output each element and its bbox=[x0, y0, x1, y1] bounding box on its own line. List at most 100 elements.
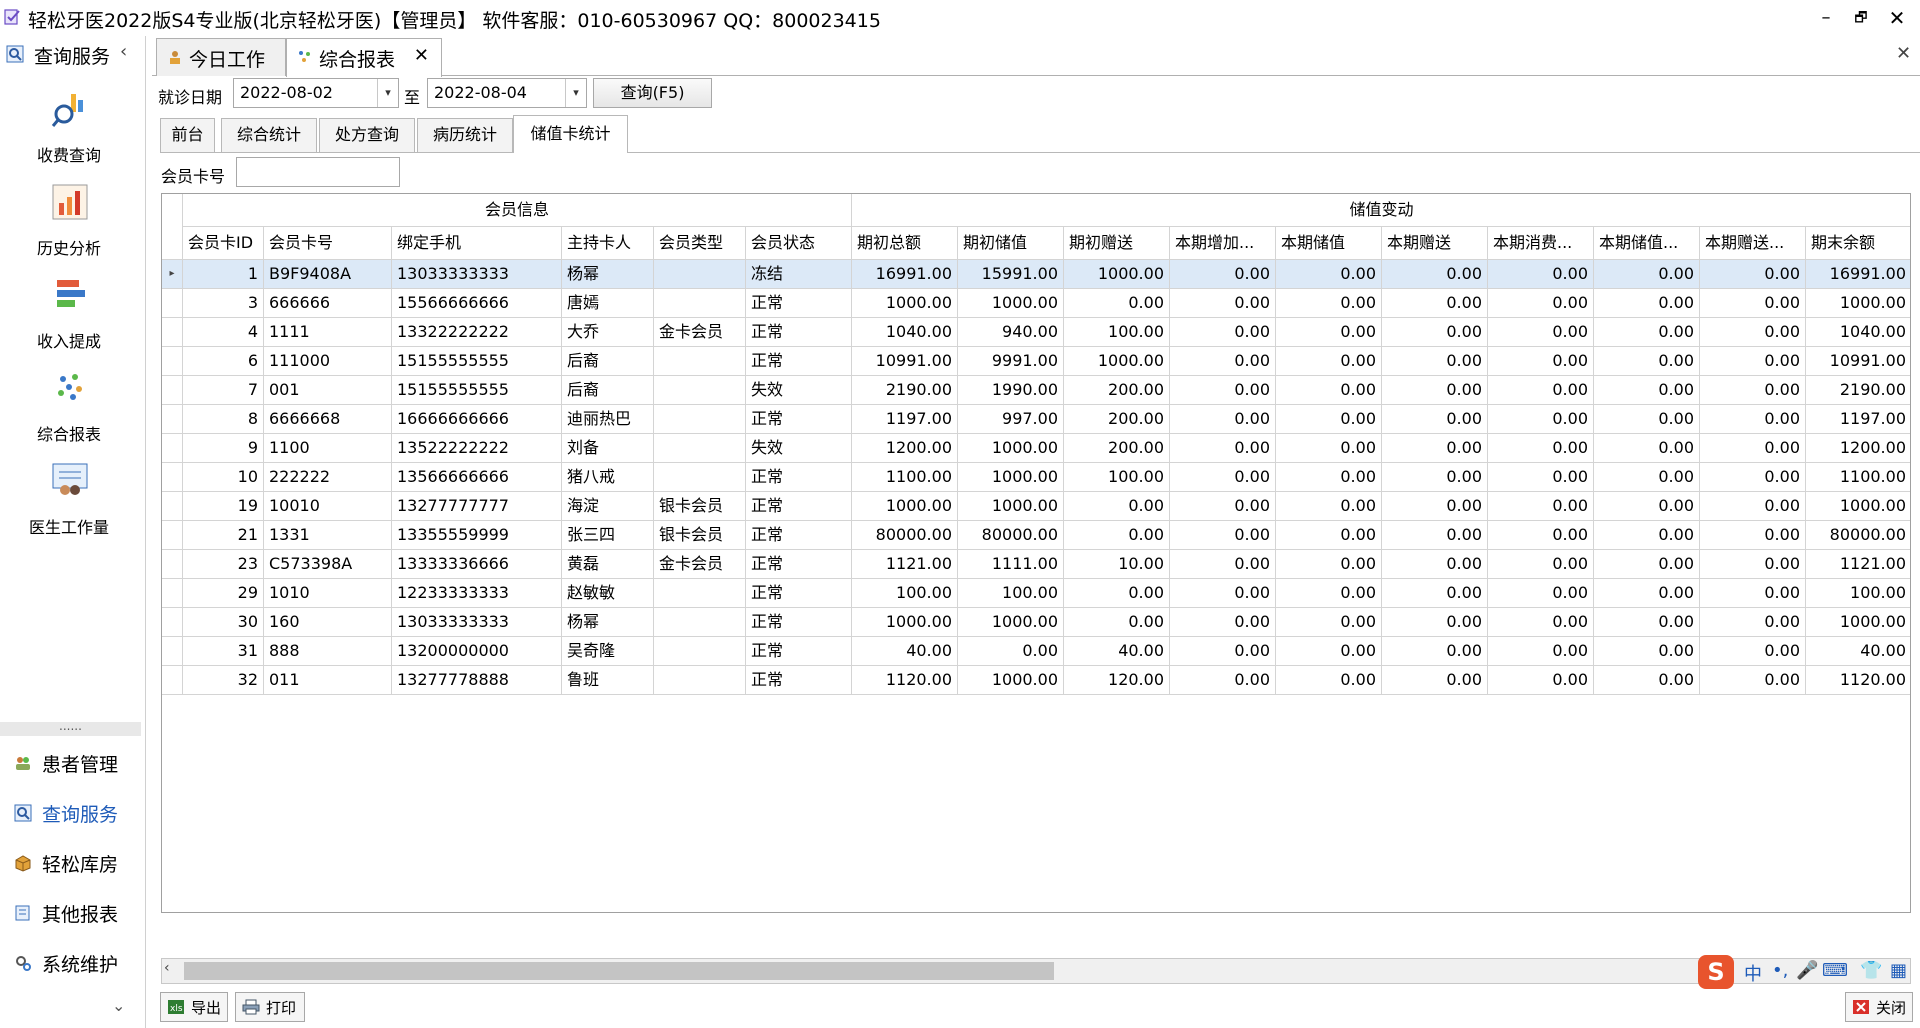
table-cell[interactable]: 正常 bbox=[746, 289, 852, 318]
sidebar-item-system-maintenance[interactable]: 系统维护 bbox=[10, 948, 140, 978]
table-cell[interactable]: 正常 bbox=[746, 666, 852, 695]
table-cell[interactable]: 0.00 bbox=[1382, 318, 1488, 347]
table-cell[interactable]: 13200000000 bbox=[392, 637, 562, 666]
table-cell[interactable]: 80000.00 bbox=[852, 521, 958, 550]
table-cell[interactable]: 120.00 bbox=[1064, 666, 1170, 695]
table-cell[interactable] bbox=[654, 376, 746, 405]
table-cell[interactable]: 0.00 bbox=[1700, 347, 1806, 376]
table-cell[interactable]: 21 bbox=[183, 521, 264, 550]
table-cell[interactable]: 13566666666 bbox=[392, 463, 562, 492]
table-cell[interactable]: 0.00 bbox=[1700, 521, 1806, 550]
table-cell[interactable]: 0.00 bbox=[1488, 289, 1594, 318]
sidebar-item-comprehensive-report[interactable]: 综合报表 bbox=[6, 369, 132, 457]
table-cell[interactable]: 银卡会员 bbox=[654, 521, 746, 550]
minimize-button[interactable]: – bbox=[1811, 4, 1841, 32]
row-indicator[interactable] bbox=[162, 550, 183, 579]
sidebar-item-history-analysis[interactable]: 历史分析 bbox=[6, 183, 132, 271]
column-header[interactable]: 本期赠送 bbox=[1382, 227, 1488, 260]
table-cell[interactable]: 0.00 bbox=[1594, 666, 1700, 695]
table-cell[interactable]: 失效 bbox=[746, 434, 852, 463]
table-cell[interactable]: 2190.00 bbox=[852, 376, 958, 405]
table-cell[interactable]: 1000.00 bbox=[1806, 608, 1910, 637]
table-cell[interactable] bbox=[654, 260, 746, 289]
table-cell[interactable]: 1197.00 bbox=[1806, 405, 1910, 434]
tab-comprehensive-report[interactable]: 综合报表 ✕ bbox=[286, 38, 442, 77]
maximize-button[interactable]: 🗗 bbox=[1846, 4, 1876, 32]
table-cell[interactable]: 13033333333 bbox=[392, 608, 562, 637]
table-cell[interactable]: 杨幂 bbox=[562, 260, 654, 289]
table-cell[interactable]: 0.00 bbox=[1594, 318, 1700, 347]
table-cell[interactable]: 12233333333 bbox=[392, 579, 562, 608]
table-cell[interactable]: 0.00 bbox=[1382, 492, 1488, 521]
table-cell[interactable]: 111000 bbox=[264, 347, 392, 376]
sidebar-item-income-commission[interactable]: 收入提成 bbox=[6, 276, 132, 364]
table-cell[interactable]: 1000.00 bbox=[852, 608, 958, 637]
table-cell[interactable]: 4 bbox=[183, 318, 264, 347]
table-cell[interactable]: 1040.00 bbox=[852, 318, 958, 347]
column-header[interactable]: 会员卡号 bbox=[264, 227, 392, 260]
table-cell[interactable]: 后裔 bbox=[562, 347, 654, 376]
table-cell[interactable]: 0.00 bbox=[1276, 666, 1382, 695]
table-cell[interactable]: 0.00 bbox=[1594, 637, 1700, 666]
table-cell[interactable]: 100.00 bbox=[1064, 318, 1170, 347]
table-cell[interactable]: 0.00 bbox=[1382, 405, 1488, 434]
table-cell[interactable] bbox=[654, 405, 746, 434]
table-cell[interactable]: 10010 bbox=[264, 492, 392, 521]
table-cell[interactable]: 冻结 bbox=[746, 260, 852, 289]
sidebar-item-doctor-workload[interactable]: 医生工作量 bbox=[6, 462, 132, 550]
table-cell[interactable]: 100.00 bbox=[958, 579, 1064, 608]
sidebar-item-other-reports[interactable]: 其他报表 bbox=[10, 898, 140, 928]
table-cell[interactable]: C573398A bbox=[264, 550, 392, 579]
table-cell[interactable]: 0.00 bbox=[1170, 521, 1276, 550]
sidebar-item-warehouse[interactable]: 轻松库房 bbox=[10, 848, 140, 878]
keyboard-icon[interactable]: ⌨ bbox=[1822, 960, 1848, 981]
table-cell[interactable]: 1200.00 bbox=[852, 434, 958, 463]
table-cell[interactable]: 15991.00 bbox=[958, 260, 1064, 289]
table-cell[interactable] bbox=[654, 579, 746, 608]
table-cell[interactable]: 100.00 bbox=[852, 579, 958, 608]
table-cell[interactable]: 0.00 bbox=[1488, 434, 1594, 463]
table-cell[interactable]: 13277778888 bbox=[392, 666, 562, 695]
table-cell[interactable]: 1000.00 bbox=[958, 289, 1064, 318]
row-indicator[interactable] bbox=[162, 434, 183, 463]
table-cell[interactable]: 0.00 bbox=[1276, 637, 1382, 666]
table-cell[interactable]: 0.00 bbox=[1276, 405, 1382, 434]
table-cell[interactable]: 0.00 bbox=[1488, 579, 1594, 608]
table-cell[interactable]: 40.00 bbox=[852, 637, 958, 666]
table-cell[interactable]: 正常 bbox=[746, 492, 852, 521]
table-cell[interactable]: 13522222222 bbox=[392, 434, 562, 463]
sidebar-splitter[interactable]: ...... bbox=[0, 720, 141, 736]
sidebar-expand-button[interactable]: ⌄ bbox=[112, 996, 125, 1015]
table-cell[interactable]: 0.00 bbox=[1488, 347, 1594, 376]
table-cell[interactable]: 1000.00 bbox=[1806, 289, 1910, 318]
column-header[interactable]: 期初赠送 bbox=[1064, 227, 1170, 260]
table-cell[interactable]: 1000.00 bbox=[852, 492, 958, 521]
table-cell[interactable]: 13355559999 bbox=[392, 521, 562, 550]
sidebar-item-patient-management[interactable]: 患者管理 bbox=[10, 748, 140, 778]
table-cell[interactable]: 正常 bbox=[746, 579, 852, 608]
table-cell[interactable]: 0.00 bbox=[1594, 492, 1700, 521]
table-cell[interactable]: 6666668 bbox=[264, 405, 392, 434]
table-cell[interactable]: 唐嫣 bbox=[562, 289, 654, 318]
microphone-icon[interactable]: 🎤 bbox=[1796, 960, 1818, 981]
table-cell[interactable]: 16666666666 bbox=[392, 405, 562, 434]
table-cell[interactable]: 1200.00 bbox=[1806, 434, 1910, 463]
tab-close-button[interactable]: ✕ bbox=[414, 45, 429, 66]
table-cell[interactable]: 0.00 bbox=[1594, 260, 1700, 289]
table-cell[interactable]: 0.00 bbox=[1382, 637, 1488, 666]
table-cell[interactable]: 9991.00 bbox=[958, 347, 1064, 376]
table-cell[interactable] bbox=[654, 463, 746, 492]
column-header[interactable]: 会员类型 bbox=[654, 227, 746, 260]
table-cell[interactable] bbox=[654, 608, 746, 637]
table-cell[interactable]: 8 bbox=[183, 405, 264, 434]
column-header[interactable]: 期末余额 bbox=[1806, 227, 1910, 260]
table-cell[interactable]: 200.00 bbox=[1064, 434, 1170, 463]
table-cell[interactable]: 13033333333 bbox=[392, 260, 562, 289]
table-cell[interactable]: 10.00 bbox=[1064, 550, 1170, 579]
subtab-record-stats[interactable]: 病历统计 bbox=[417, 118, 513, 152]
table-cell[interactable]: 0.00 bbox=[1488, 492, 1594, 521]
table-cell[interactable]: 1000.00 bbox=[958, 434, 1064, 463]
table-cell[interactable]: 1000.00 bbox=[1064, 260, 1170, 289]
table-cell[interactable]: 0.00 bbox=[1594, 347, 1700, 376]
table-cell[interactable]: 0.00 bbox=[1594, 405, 1700, 434]
